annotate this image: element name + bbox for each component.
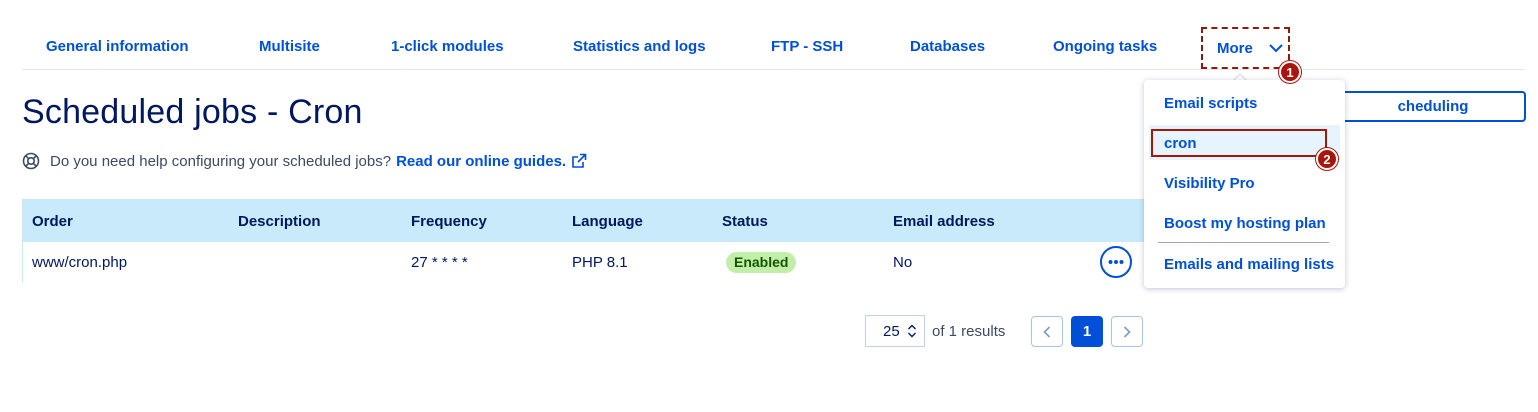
cell-frequency: 27 * * * * <box>411 254 468 271</box>
more-dropdown-menu: Email scripts cron Visibility Pro Boost … <box>1144 80 1345 288</box>
scheduling-button-label: cheduling <box>1397 98 1469 115</box>
menu-item-email-scripts[interactable]: Email scripts <box>1164 95 1257 112</box>
next-page-button[interactable] <box>1111 316 1143 347</box>
lifebuoy-icon <box>22 152 40 170</box>
help-text: Do you need help configuring your schedu… <box>50 152 392 170</box>
current-page-button[interactable]: 1 <box>1071 316 1103 347</box>
tab-multisite[interactable]: Multisite <box>259 38 320 55</box>
cron-table: Order Description Frequency Language Sta… <box>22 199 1152 283</box>
cell-email: No <box>893 254 913 271</box>
tab-more[interactable]: More <box>1201 27 1290 69</box>
tab-ongoing-tasks[interactable]: Ongoing tasks <box>1053 38 1157 55</box>
annotation-badge-2: 2 <box>1316 148 1338 170</box>
external-link-icon[interactable] <box>571 153 587 169</box>
column-header-email[interactable]: Email address <box>893 213 995 230</box>
tab-more-label: More <box>1217 39 1253 57</box>
tab-bar: General information Multisite 1-click mo… <box>22 0 1525 70</box>
chevron-down-icon <box>1269 44 1283 53</box>
tab-general-information[interactable]: General information <box>46 38 189 55</box>
online-guides-link[interactable]: Read our online guides. <box>396 153 566 170</box>
chevron-right-icon <box>1123 325 1131 338</box>
column-header-status[interactable]: Status <box>722 213 768 230</box>
table-row: www/cron.php 27 * * * * PHP 8.1 Enabled … <box>23 242 1151 283</box>
column-header-frequency[interactable]: Frequency <box>411 213 487 230</box>
page-title: Scheduled jobs - Cron <box>22 93 363 131</box>
tab-ftp-ssh[interactable]: FTP - SSH <box>771 38 843 55</box>
results-count: of 1 results <box>932 323 1006 340</box>
annotation-badge-1: 1 <box>1279 61 1301 83</box>
column-header-order[interactable]: Order <box>32 213 73 230</box>
row-actions-button[interactable] <box>1100 246 1132 278</box>
sort-arrows-icon <box>907 324 916 338</box>
column-header-language[interactable]: Language <box>572 213 643 230</box>
menu-item-boost-hosting-plan[interactable]: Boost my hosting plan <box>1164 215 1326 232</box>
tab-databases[interactable]: Databases <box>910 38 985 55</box>
more-horizontal-icon <box>1108 260 1124 264</box>
page-size-select[interactable]: 25 <box>865 315 925 347</box>
tab-1-click-modules[interactable]: 1-click modules <box>391 38 504 55</box>
help-line: Do you need help configuring your schedu… <box>22 152 587 170</box>
menu-item-visibility-pro[interactable]: Visibility Pro <box>1164 175 1255 192</box>
cell-order: www/cron.php <box>32 254 128 271</box>
menu-item-emails-mailing-lists[interactable]: Emails and mailing lists <box>1164 256 1334 273</box>
tab-statistics-and-logs[interactable]: Statistics and logs <box>573 38 706 55</box>
status-badge: Enabled <box>726 252 797 273</box>
page-size-value: 25 <box>883 322 900 340</box>
previous-page-button[interactable] <box>1031 316 1063 347</box>
table-header: Order Description Frequency Language Sta… <box>23 200 1151 242</box>
cell-language: PHP 8.1 <box>572 254 628 271</box>
column-header-description[interactable]: Description <box>238 213 321 230</box>
annotation-highlight-box <box>1151 129 1327 157</box>
menu-divider <box>1158 242 1329 243</box>
chevron-left-icon <box>1043 325 1051 338</box>
